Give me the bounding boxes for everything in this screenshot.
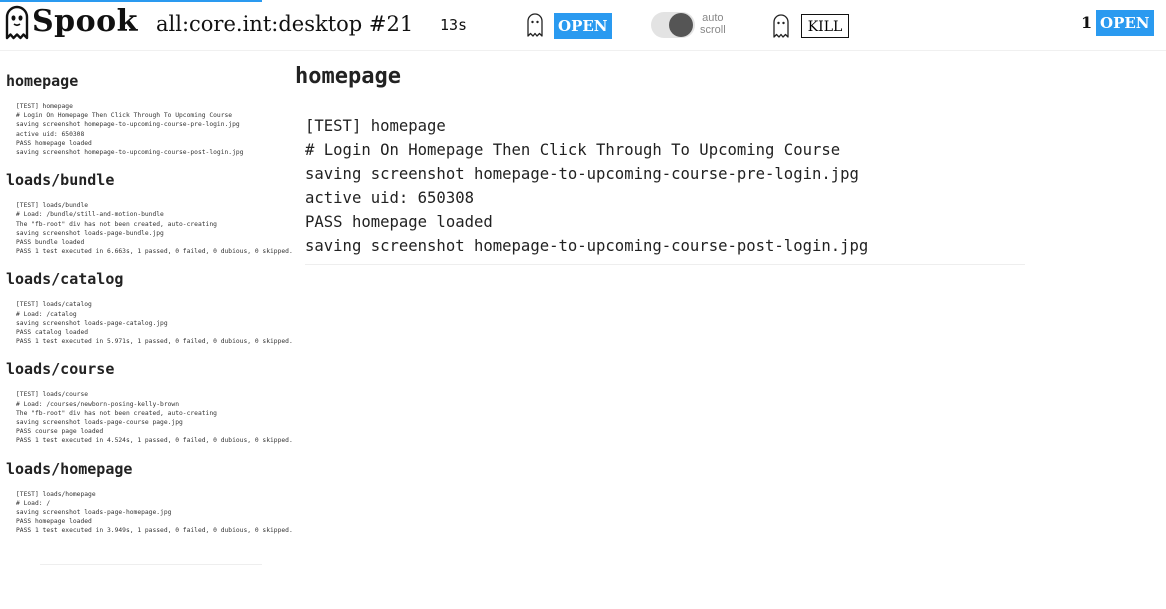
test-item-loads-catalog[interactable]: loads/catalog [TEST] loads/catalog # Loa…: [6, 268, 293, 346]
test-title[interactable]: loads/catalog: [6, 268, 286, 290]
test-item-homepage[interactable]: homepage [TEST] homepage # Login On Home…: [6, 70, 286, 157]
run-count: 1: [1081, 13, 1093, 32]
ghost-icon: [5, 5, 29, 40]
test-log: [TEST] loads/bundle # Load: /bundle/stil…: [16, 202, 293, 256]
open-button-right[interactable]: OPEN: [1096, 10, 1154, 36]
test-item-loads-bundle[interactable]: loads/bundle [TEST] loads/bundle # Load:…: [6, 169, 293, 256]
open-button[interactable]: OPEN: [554, 13, 612, 39]
divider: [40, 564, 262, 565]
test-title[interactable]: homepage: [6, 70, 286, 92]
divider: [305, 264, 1025, 265]
job-name: all:core.int:desktop #21: [156, 12, 414, 36]
ghost-icon: [773, 14, 789, 38]
test-list: homepage [TEST] homepage # Login On Home…: [6, 70, 293, 548]
toggle-knob: [669, 13, 693, 37]
divider: [0, 50, 1166, 51]
test-title[interactable]: loads/homepage: [6, 458, 286, 480]
kill-button[interactable]: KILL: [801, 14, 849, 38]
app-name: Spook: [32, 4, 138, 39]
test-log: [TEST] homepage # Login On Homepage Then…: [16, 103, 244, 157]
top-bar: Spook all:core.int:desktop #21 13s OPEN …: [0, 0, 1166, 50]
detail-log: [TEST] homepage # Login On Homepage Then…: [305, 117, 869, 255]
autoscroll-label-line1: auto: [702, 12, 724, 24]
test-detail: homepage [TEST] homepage # Login On Home…: [295, 60, 1165, 258]
autoscroll-label: auto scroll: [700, 12, 726, 36]
detail-title: homepage: [295, 64, 401, 89]
test-log: [TEST] loads/course # Load: /courses/new…: [16, 391, 293, 445]
test-item-loads-course[interactable]: loads/course [TEST] loads/course # Load:…: [6, 358, 293, 445]
test-log: [TEST] loads/catalog # Load: /catalog sa…: [16, 301, 293, 346]
test-log: [TEST] loads/homepage # Load: / saving s…: [16, 490, 293, 535]
elapsed-time: 13s: [440, 16, 468, 34]
app-logo[interactable]: Spook: [4, 4, 138, 40]
autoscroll-toggle[interactable]: [651, 12, 695, 38]
test-title[interactable]: loads/bundle: [6, 169, 286, 191]
ghost-icon: [527, 13, 543, 37]
test-title[interactable]: loads/course: [6, 358, 286, 380]
test-item-loads-homepage[interactable]: loads/homepage [TEST] loads/homepage # L…: [6, 458, 293, 536]
autoscroll-label-line2: scroll: [700, 24, 726, 36]
